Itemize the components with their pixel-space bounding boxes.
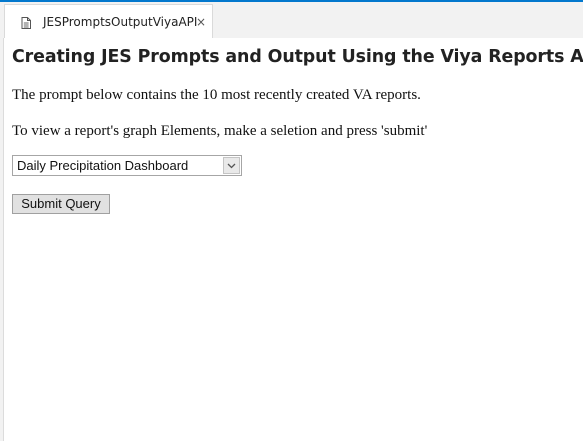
accent-strip (0, 0, 583, 2)
page-title: Creating JES Prompts and Output Using th… (12, 47, 583, 67)
submit-query-button[interactable]: Submit Query (12, 194, 110, 214)
tab-bar: JESPromptsOutputViyaAPI × (0, 0, 583, 38)
tab-close-icon[interactable]: × (196, 5, 206, 39)
chevron-down-icon[interactable] (223, 157, 240, 174)
left-edge (0, 38, 4, 441)
tab-label: JESPromptsOutputViyaAPI (43, 15, 198, 29)
prompt-description: The prompt below contains the 10 most re… (12, 87, 421, 103)
report-select-value: Daily Precipitation Dashboard (17, 158, 189, 173)
tab-jes-prompts-output[interactable]: JESPromptsOutputViyaAPI × (4, 4, 213, 38)
document-icon (21, 17, 31, 29)
report-select[interactable]: Daily Precipitation Dashboard (12, 155, 242, 176)
instructions-text: To view a report's graph Elements, make … (12, 123, 428, 139)
